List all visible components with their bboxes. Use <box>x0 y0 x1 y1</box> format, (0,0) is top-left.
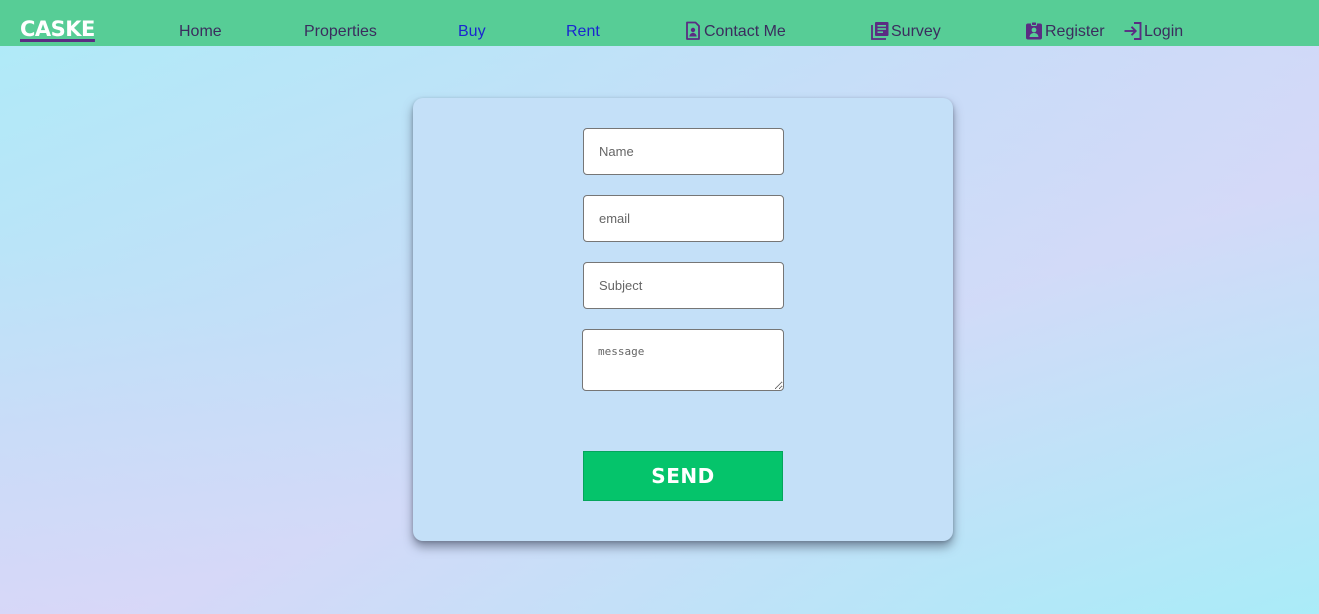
message-textarea[interactable] <box>582 329 784 391</box>
top-navbar: CASKE Home Properties Buy Rent Contact M… <box>0 0 1319 46</box>
contact-form-card: SEND <box>413 98 953 541</box>
nav-survey[interactable]: Survey <box>870 21 941 41</box>
nav-login-label: Login <box>1144 23 1184 40</box>
nav-rent-label: Rent <box>566 23 600 40</box>
register-badge-icon <box>1024 21 1044 41</box>
send-button[interactable]: SEND <box>583 451 783 501</box>
login-arrow-icon <box>1123 21 1143 41</box>
contact-card-icon <box>683 21 703 41</box>
brand-logo[interactable]: CASKE <box>20 19 95 40</box>
nav-contact-label: Contact Me <box>704 23 786 40</box>
nav-contact[interactable]: Contact Me <box>683 21 786 41</box>
nav-home[interactable]: Home <box>179 23 222 41</box>
survey-list-icon <box>870 21 890 41</box>
nav-buy-label: Buy <box>458 23 486 40</box>
nav-rent[interactable]: Rent <box>566 23 600 41</box>
email-input[interactable] <box>583 195 784 242</box>
name-input[interactable] <box>583 128 784 175</box>
nav-register[interactable]: Register <box>1024 21 1105 41</box>
subject-input[interactable] <box>583 262 784 309</box>
nav-home-label: Home <box>179 23 222 40</box>
nav-properties[interactable]: Properties <box>304 23 377 41</box>
nav-buy[interactable]: Buy <box>458 23 486 41</box>
nav-login[interactable]: Login <box>1123 21 1184 41</box>
nav-properties-label: Properties <box>304 23 377 40</box>
nav-survey-label: Survey <box>891 23 941 40</box>
nav-register-label: Register <box>1045 23 1105 40</box>
